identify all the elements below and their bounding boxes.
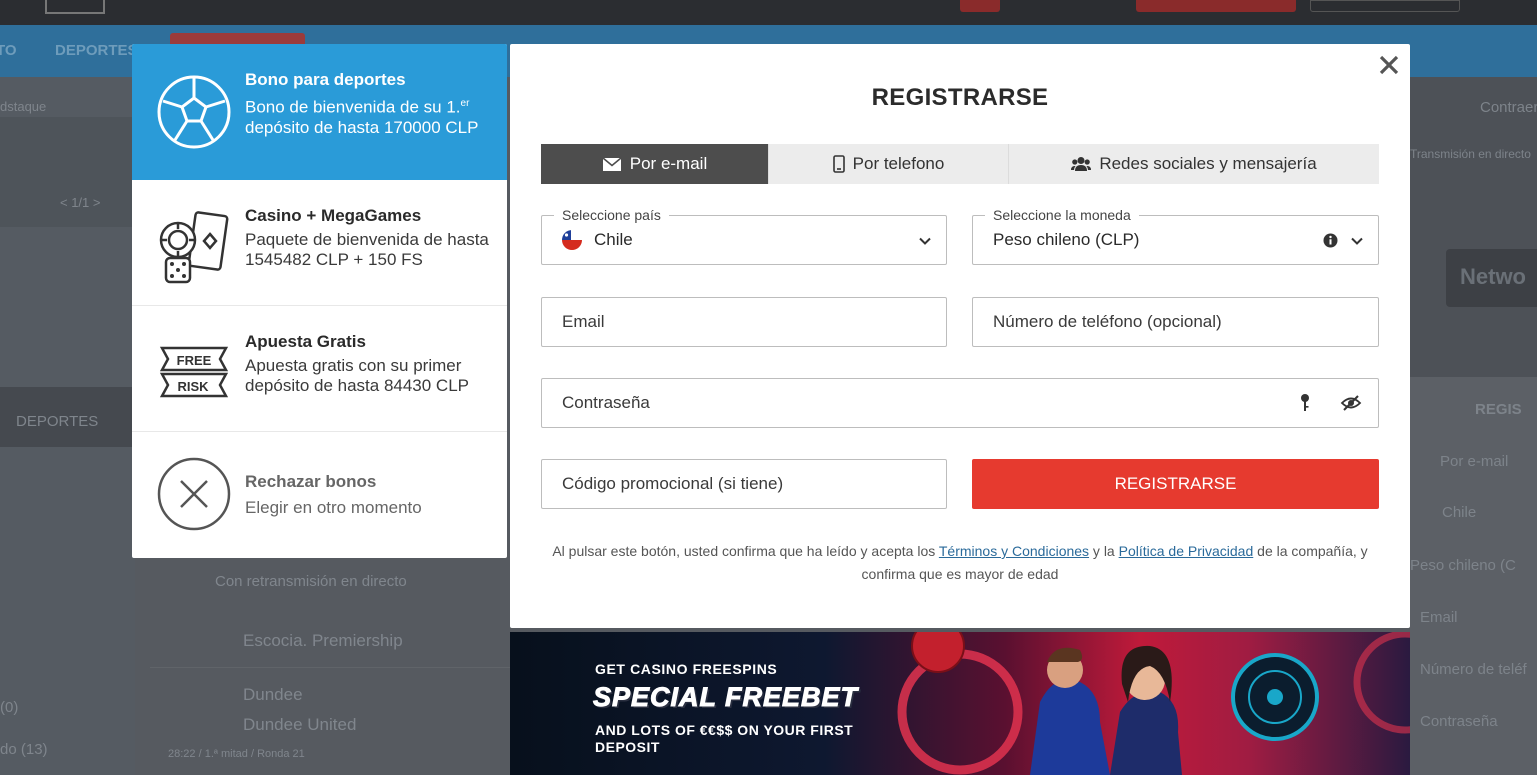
- background-text: Número de teléf: [1420, 661, 1527, 678]
- background-text: Netwo: [1460, 264, 1526, 289]
- casino-chips-cards-icon: [159, 211, 229, 284]
- background-text: Transmisión en directo: [1410, 147, 1531, 161]
- bonus-description: Apuesta gratis con su primer depósito de…: [245, 356, 470, 395]
- background-text: REGIS: [1475, 401, 1522, 418]
- promo-line-2: SPECIAL FREEBET: [592, 682, 859, 713]
- password-field[interactable]: [542, 379, 1378, 427]
- background-text: Por e-mail: [1440, 453, 1509, 470]
- background-logo: [45, 0, 105, 14]
- terms-prefix: Al pulsar este botón, usted confirma que…: [552, 543, 939, 559]
- free-risk-icon-text-top: FREE: [177, 353, 212, 368]
- phone-field[interactable]: [973, 298, 1378, 346]
- terms-link[interactable]: Términos y Condiciones: [939, 543, 1089, 559]
- phone-icon: [832, 155, 845, 173]
- tab-phone[interactable]: Por telefono: [769, 144, 1009, 184]
- bonus-title: Bono para deportes: [245, 70, 406, 89]
- registration-tabs: Por e-mail Por telefono Redes sociales y…: [541, 144, 1379, 184]
- bonus-title: Casino + MegaGames: [245, 206, 422, 225]
- bonus-description: Elegir en otro momento: [245, 498, 422, 517]
- close-icon[interactable]: [1378, 54, 1400, 76]
- info-icon[interactable]: [1323, 233, 1338, 248]
- background-divider: [150, 667, 510, 668]
- currency-legend: Seleccione la moneda: [985, 207, 1139, 223]
- bonus-description-text: Bono de bienvenida de su 1.: [245, 97, 461, 117]
- registration-modal: REGISTRARSE Por e-mail Por telefono Rede…: [510, 44, 1410, 628]
- tab-label: Por telefono: [852, 154, 945, 173]
- background-text: do (13): [0, 741, 48, 758]
- bonus-title: Apuesta Gratis: [245, 332, 366, 351]
- background-text: Escocia. Premiership: [243, 631, 403, 650]
- eye-slash-icon[interactable]: [1340, 394, 1362, 412]
- tab-label: Por e-mail: [629, 154, 708, 173]
- country-legend: Seleccione país: [554, 207, 669, 223]
- promo-code-wrapper: [541, 459, 947, 509]
- chevron-down-icon: [919, 237, 931, 245]
- background-topbar-badge: [960, 0, 1000, 12]
- tab-social[interactable]: Redes sociales y mensajería: [1009, 144, 1379, 184]
- bonus-title: Rechazar bonos: [245, 472, 377, 491]
- decline-x-icon: [157, 457, 231, 531]
- background-text: Contraer: [1480, 99, 1537, 116]
- chile-flag-icon: [562, 230, 582, 250]
- background-text: dstaque: [0, 99, 47, 114]
- users-icon: [1071, 157, 1092, 171]
- background-text: 28:22 / 1.ª mitad / Ronda 21: [168, 748, 305, 760]
- background-sidebar: dstaque < 1/1 > DEPORTES (0) do (13): [0, 77, 135, 775]
- background-topbar: [0, 0, 1537, 25]
- modal-title: REGISTRARSE: [871, 84, 1049, 111]
- bonus-description-text: depósito de hasta 170000 CLP: [245, 117, 479, 137]
- currency-value: Peso chileno (CLP): [993, 230, 1140, 249]
- background-right-column: Contraer Transmisión en directo Netwo RE…: [1410, 77, 1537, 775]
- background-text: Dundee United: [243, 715, 357, 734]
- phone-field-wrapper: [972, 297, 1379, 347]
- country-value: Chile: [594, 230, 633, 249]
- background-text: (0): [0, 699, 19, 716]
- tab-email[interactable]: Por e-mail: [541, 144, 769, 184]
- chevron-down-icon: [1351, 237, 1363, 245]
- background-network-box: Netwo: [1446, 249, 1537, 307]
- background-topbar-input: [1310, 0, 1460, 12]
- bonus-option-sports[interactable]: Bono para deportes Bono de bienvenida de…: [132, 44, 507, 180]
- background-text: Email: [1420, 609, 1458, 626]
- terms-text: Al pulsar este botón, usted confirma que…: [550, 540, 1370, 586]
- country-select[interactable]: Seleccione país Chile: [541, 207, 947, 265]
- key-icon[interactable]: [1298, 393, 1312, 413]
- background-text: Dundee: [243, 685, 303, 704]
- background-text: Con retransmisión en directo: [215, 573, 407, 590]
- bonus-description: Paquete de bienvenida de hasta 1545482 C…: [245, 230, 489, 269]
- background-text: DEPORTES: [16, 413, 99, 430]
- currency-select[interactable]: Seleccione la moneda Peso chileno (CLP): [972, 207, 1379, 265]
- envelope-icon: [602, 156, 622, 171]
- privacy-link[interactable]: Política de Privacidad: [1119, 543, 1254, 559]
- soccer-ball-icon: [157, 75, 231, 149]
- bonus-description-sup: er: [460, 98, 470, 109]
- background-text: Contraseña: [1420, 713, 1498, 730]
- background-band: [0, 117, 135, 227]
- terms-middle: y la: [1089, 543, 1119, 559]
- background-text: Chile: [1442, 504, 1477, 521]
- promo-line-3: AND LOTS OF €€$$ ON YOUR FIRST DEPOSIT: [595, 722, 854, 755]
- background-nav-item: TO: [0, 42, 17, 59]
- promo-banner[interactable]: GET CASINO FREESPINS SPECIAL FREEBET AND…: [510, 632, 1410, 775]
- email-field-wrapper: [541, 297, 947, 347]
- free-risk-icon-text-bottom: RISK: [177, 379, 209, 394]
- bonus-panel: Bono para deportes Bono de bienvenida de…: [132, 44, 507, 558]
- free-risk-icon: FREE RISK: [159, 346, 229, 398]
- background-topbar-button: [1136, 0, 1296, 12]
- bonus-option-free-bet[interactable]: FREE RISK Apuesta Gratis Apuesta gratis …: [132, 306, 507, 432]
- promo-line-1: GET CASINO FREESPINS: [595, 661, 778, 677]
- promo-code-field[interactable]: [542, 460, 946, 508]
- register-button[interactable]: REGISTRARSE: [972, 459, 1379, 509]
- background-nav-item: DEPORTES: [55, 42, 138, 59]
- email-field[interactable]: [542, 298, 946, 346]
- tab-label: Redes sociales y mensajería: [1099, 154, 1317, 173]
- bonus-option-casino[interactable]: Casino + MegaGames Paquete de bienvenida…: [132, 180, 507, 306]
- background-text: < 1/1 >: [60, 195, 101, 210]
- background-register-panel: REGIS Por e-mail Chile Peso chileno (C E…: [1410, 377, 1537, 775]
- bonus-option-decline[interactable]: Rechazar bonos Elegir en otro momento: [132, 432, 507, 558]
- background-text: Peso chileno (C: [1410, 557, 1516, 574]
- bonus-description: Bono de bienvenida de su 1.er depósito d…: [245, 94, 495, 138]
- password-field-wrapper: [541, 378, 1379, 428]
